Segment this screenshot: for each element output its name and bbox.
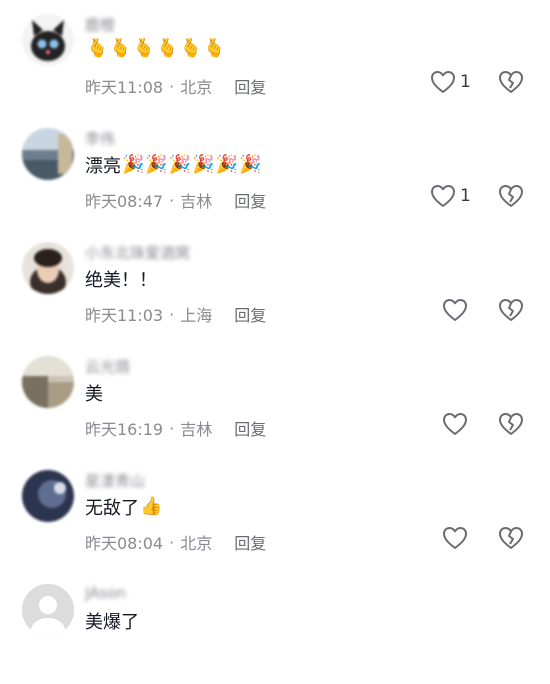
dislike-button[interactable]	[498, 412, 524, 436]
finger-heart-emoji: 🫰	[203, 38, 226, 59]
meta-separator: ·	[169, 76, 175, 96]
dislike-button[interactable]	[498, 184, 524, 208]
like-button[interactable]: 1	[430, 70, 471, 94]
avatar[interactable]	[22, 14, 74, 66]
reply-button[interactable]: 回复	[234, 74, 266, 98]
thumbs-up-emoji: 👍	[140, 496, 163, 517]
like-button[interactable]	[442, 412, 472, 436]
finger-heart-emoji: 🫰	[156, 38, 179, 59]
comment-username[interactable]: 鹿橙	[85, 14, 115, 35]
finger-heart-emoji: 🫰	[179, 38, 203, 59]
finger-heart-emoji: 🫰	[86, 38, 109, 59]
comment-location: 北京	[180, 78, 213, 97]
like-count: 1	[460, 72, 471, 92]
comment-time: 昨天16:19	[85, 420, 164, 439]
comment-meta: 昨天11:03 · 上海 回复	[85, 302, 266, 326]
comment-text-body: 绝美！！	[85, 270, 157, 291]
avatar[interactable]	[22, 584, 74, 636]
party-popper-emoji: 🎉	[122, 154, 145, 175]
like-count: 1	[460, 186, 471, 206]
avatar[interactable]	[22, 242, 74, 294]
comment-location: 北京	[180, 534, 213, 553]
finger-heart-emoji: 🫰	[132, 38, 156, 59]
comment-item: 李伟 漂亮 🎉 🎉 🎉 🎉 🎉 🎉 昨天08:47 · 吉林 回复 1	[0, 114, 550, 228]
reply-button[interactable]: 回复	[234, 302, 266, 326]
meta-separator: ·	[169, 304, 175, 324]
comment-location: 上海	[180, 306, 213, 325]
like-button[interactable]: 1	[430, 184, 471, 208]
comment-username[interactable]: 李伟	[85, 128, 115, 149]
default-avatar-icon	[22, 584, 74, 636]
comment-time: 昨天11:03	[85, 306, 164, 325]
like-button[interactable]	[442, 298, 472, 322]
dislike-button[interactable]	[498, 526, 524, 550]
broken-heart-icon	[499, 527, 523, 549]
reply-button[interactable]: 回复	[234, 416, 266, 440]
party-popper-emoji: 🎉	[239, 154, 262, 175]
comment-time: 昨天11:08	[85, 78, 164, 97]
reply-button[interactable]: 回复	[234, 530, 266, 554]
comment-text: 漂亮 🎉 🎉 🎉 🎉 🎉 🎉	[85, 152, 262, 178]
party-popper-emoji: 🎉	[215, 154, 239, 175]
comment-item: 鹿橙 🫰 🫰 🫰 🫰 🫰 🫰 昨天11:08 · 北京 回复 1	[0, 0, 550, 114]
comment-meta: 昨天08:47 · 吉林 回复	[85, 188, 266, 212]
comment-text-body: 无敌了	[85, 498, 139, 519]
broken-heart-icon	[499, 185, 523, 207]
comment-text: 🫰 🫰 🫰 🫰 🫰 🫰	[85, 38, 226, 60]
comment-text: 绝美！！	[85, 266, 157, 292]
comment-location: 吉林	[180, 420, 213, 439]
like-button[interactable]	[442, 526, 472, 550]
party-popper-emoji: 🎉	[192, 154, 215, 175]
dislike-button[interactable]	[498, 70, 524, 94]
meta-separator: ·	[169, 418, 175, 438]
heart-icon	[431, 71, 455, 93]
comment-item: 云光荫 美 昨天16:19 · 吉林 回复	[0, 342, 550, 456]
comment-text-body: 美爆了	[85, 612, 139, 633]
comment-item: JAson 美爆了	[0, 570, 550, 684]
comment-text-body: 漂亮	[85, 156, 121, 177]
reply-button[interactable]: 回复	[234, 188, 266, 212]
comment-username[interactable]: JAson	[85, 584, 126, 602]
avatar[interactable]	[22, 128, 74, 180]
party-popper-emoji: 🎉	[145, 154, 168, 175]
avatar[interactable]	[22, 356, 74, 408]
comment-text: 美	[85, 380, 103, 406]
comment-text: 无敌了 👍	[85, 494, 162, 520]
comment-item: 小东北珠爱酒窝 绝美！！ 昨天11:03 · 上海 回复	[0, 228, 550, 342]
broken-heart-icon	[499, 71, 523, 93]
comment-text-body: 美	[85, 384, 103, 405]
finger-heart-emoji: 🫰	[109, 38, 132, 59]
comment-location: 吉林	[180, 192, 213, 211]
meta-separator: ·	[169, 532, 175, 552]
comment-username[interactable]: 星漾青山	[85, 470, 145, 491]
comment-username[interactable]: 小东北珠爱酒窝	[85, 242, 190, 263]
comment-time: 昨天08:04	[85, 534, 164, 553]
meta-separator: ·	[169, 190, 175, 210]
comment-time: 昨天08:47	[85, 192, 164, 211]
comment-username[interactable]: 云光荫	[85, 356, 130, 377]
comment-text: 美爆了	[85, 608, 139, 634]
heart-icon	[443, 527, 467, 549]
broken-heart-icon	[499, 299, 523, 321]
dislike-button[interactable]	[498, 298, 524, 322]
comment-item: 星漾青山 无敌了 👍 昨天08:04 · 北京 回复	[0, 456, 550, 570]
heart-icon	[443, 299, 467, 321]
party-popper-emoji: 🎉	[168, 154, 192, 175]
comment-meta: 昨天11:08 · 北京 回复	[85, 74, 266, 98]
heart-icon	[443, 413, 467, 435]
avatar[interactable]	[22, 470, 74, 522]
comment-meta: 昨天08:04 · 北京 回复	[85, 530, 266, 554]
broken-heart-icon	[499, 413, 523, 435]
heart-icon	[431, 185, 455, 207]
comment-meta: 昨天16:19 · 吉林 回复	[85, 416, 266, 440]
